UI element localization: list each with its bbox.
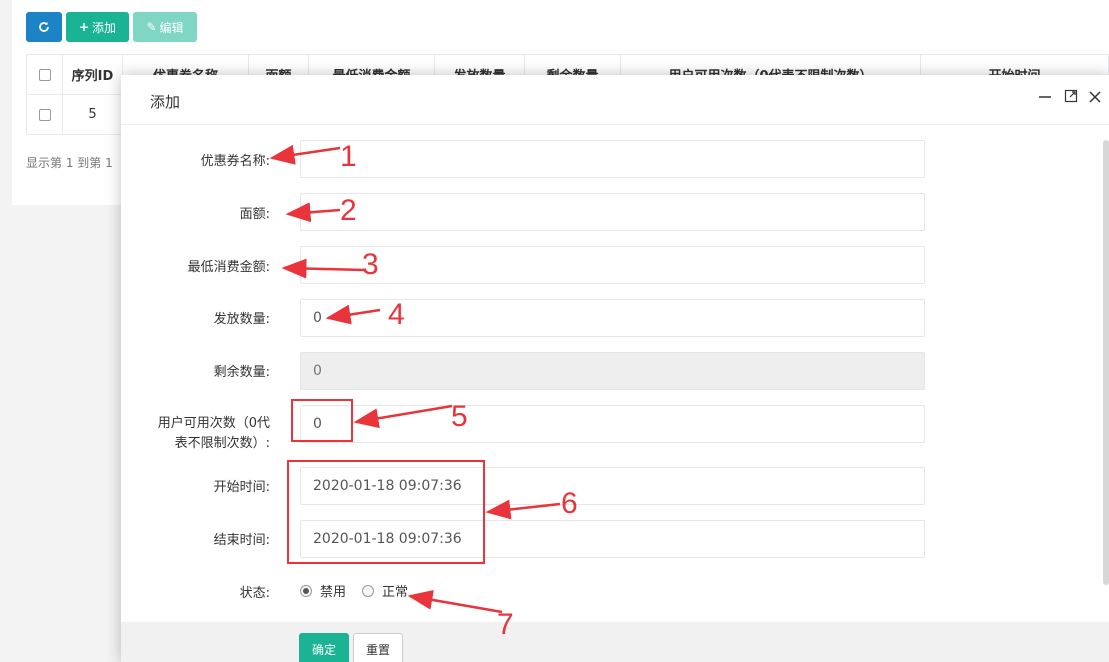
end-time-label: 结束时间: — [213, 533, 270, 548]
refresh-button[interactable] — [26, 12, 62, 42]
minimize-icon[interactable] — [1036, 89, 1054, 109]
row-id: 5 — [62, 94, 123, 135]
close-icon[interactable] — [1086, 89, 1104, 109]
min-spend-input[interactable] — [300, 246, 925, 284]
modal-header: 添加 — [121, 75, 1109, 125]
row-checkbox[interactable] — [38, 108, 51, 121]
confirm-button[interactable]: 确定 — [299, 633, 349, 662]
status-option-label: 禁用 — [320, 585, 347, 600]
modal-title: 添加 — [150, 93, 181, 111]
plus-icon: + — [78, 20, 90, 34]
edit-button[interactable]: ✎ 编辑 — [133, 12, 197, 42]
status-radio-normal[interactable]: 正常 — [362, 581, 408, 600]
status-option-label: 正常 — [382, 585, 409, 600]
select-all-checkbox[interactable] — [38, 68, 51, 81]
remaining-quantity-input: 0 — [300, 352, 925, 390]
annotation-number: 1 — [340, 140, 357, 173]
add-button[interactable]: + 添加 — [66, 12, 129, 42]
modal-scrollbar[interactable] — [1103, 140, 1109, 585]
status-radio-disabled[interactable]: 禁用 — [300, 581, 346, 600]
select-all-checkbox-cell[interactable] — [26, 54, 63, 95]
issue-quantity-label: 发放数量: — [213, 312, 270, 327]
coupon-name-input[interactable] — [300, 140, 925, 178]
reset-button[interactable]: 重置 — [353, 633, 403, 662]
usage-limit-label: 用户可用次数（0代 表不限制次数）: — [121, 414, 270, 454]
usage-limit-input[interactable]: 0 — [300, 405, 925, 443]
min-spend-label: 最低消费金额: — [187, 260, 270, 275]
edit-button-label: 编辑 — [159, 20, 184, 35]
usage-limit-label-line1: 用户可用次数（0代 — [157, 416, 270, 431]
radio-checked-icon[interactable] — [300, 584, 312, 597]
remaining-quantity-label: 剩余数量: — [213, 365, 270, 380]
pagination-info: 显示第 1 到第 1 — [26, 156, 113, 170]
annotation-number: 4 — [388, 298, 405, 331]
annotation-box-5 — [291, 399, 353, 442]
face-value-label: 面额: — [239, 207, 270, 222]
maximize-icon[interactable] — [1062, 89, 1080, 109]
refresh-icon — [39, 22, 49, 32]
row-checkbox-cell[interactable] — [26, 94, 63, 135]
start-time-label: 开始时间: — [213, 480, 270, 495]
radio-unchecked-icon[interactable] — [362, 584, 374, 597]
pencil-icon: ✎ — [146, 20, 157, 34]
annotation-number: 6 — [561, 487, 578, 520]
status-label: 状态: — [239, 586, 270, 601]
coupon-name-label: 优惠券名称: — [200, 154, 270, 169]
column-header[interactable]: 序列ID — [62, 54, 123, 95]
usage-limit-label-line2: 表不限制次数）: — [174, 436, 270, 451]
annotation-number: 5 — [451, 400, 468, 433]
modal-footer: 确定 重置 — [121, 622, 1109, 662]
face-value-input[interactable] — [300, 193, 925, 231]
annotation-number: 2 — [340, 194, 357, 227]
annotation-number: 7 — [497, 608, 514, 641]
annotation-number: 3 — [362, 248, 379, 281]
annotation-box-6 — [287, 460, 485, 564]
add-coupon-modal: 添加 优惠券名称: 面额: 最低消费金额: 发放数量: 0 剩余数量: 0 用户… — [121, 75, 1109, 662]
add-button-label: 添加 — [92, 20, 117, 35]
